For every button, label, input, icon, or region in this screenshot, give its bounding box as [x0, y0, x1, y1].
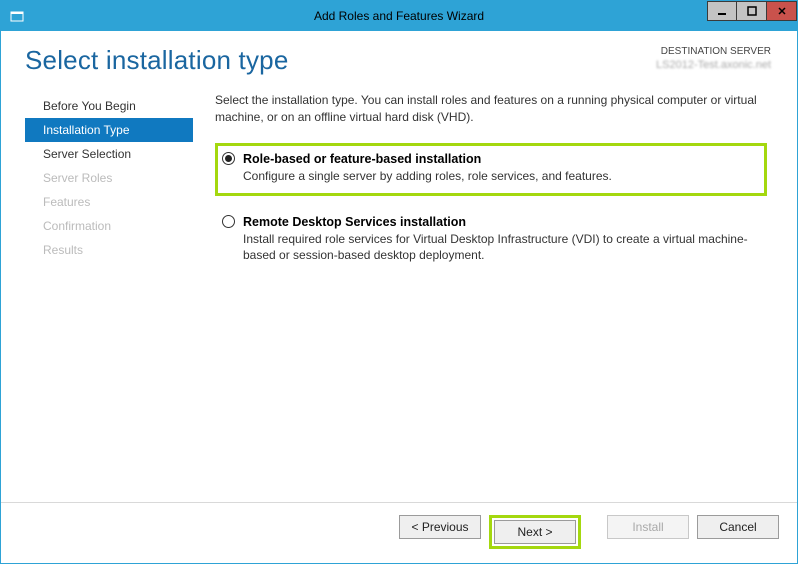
intro-text: Select the installation type. You can in… [215, 92, 767, 127]
sidebar-item-before-you-begin[interactable]: Before You Begin [25, 94, 193, 118]
app-icon [9, 8, 25, 24]
option-role-based-desc: Configure a single server by adding role… [243, 168, 756, 185]
destination-name: LS2012-Test.axonic.net [656, 58, 771, 72]
sidebar-item-results: Results [25, 238, 193, 262]
titlebar: Add Roles and Features Wizard [1, 1, 797, 31]
header-row: Select installation type DESTINATION SER… [17, 45, 781, 76]
footer: < Previous Next > Install Cancel [1, 502, 797, 563]
option-rds[interactable]: Remote Desktop Services installation Ins… [215, 206, 767, 276]
spacer [589, 515, 599, 549]
option-role-based-title: Role-based or feature-based installation [243, 152, 481, 166]
sidebar-item-server-selection[interactable]: Server Selection [25, 142, 193, 166]
sidebar-item-server-roles: Server Roles [25, 166, 193, 190]
option-rds-head: Remote Desktop Services installation [222, 215, 756, 229]
radio-role-based[interactable] [222, 152, 235, 165]
next-button-highlight: Next > [489, 515, 581, 549]
destination-server: DESTINATION SERVER LS2012-Test.axonic.ne… [656, 45, 771, 72]
wizard-sidebar: Before You Begin Installation Type Serve… [25, 90, 193, 502]
install-button: Install [607, 515, 689, 539]
option-role-based[interactable]: Role-based or feature-based installation… [215, 143, 767, 196]
sidebar-item-features: Features [25, 190, 193, 214]
option-rds-desc: Install required role services for Virtu… [243, 231, 756, 265]
radio-rds[interactable] [222, 215, 235, 228]
option-rds-title: Remote Desktop Services installation [243, 215, 466, 229]
cancel-button[interactable]: Cancel [697, 515, 779, 539]
maximize-button[interactable] [737, 1, 767, 21]
option-role-based-head: Role-based or feature-based installation [222, 152, 756, 166]
wizard-window: Add Roles and Features Wizard Select ins… [0, 0, 798, 564]
wizard-body: Select installation type DESTINATION SER… [1, 31, 797, 502]
window-title: Add Roles and Features Wizard [314, 9, 484, 23]
next-button[interactable]: Next > [494, 520, 576, 544]
close-button[interactable] [767, 1, 797, 21]
sidebar-item-confirmation: Confirmation [25, 214, 193, 238]
main-area: Before You Begin Installation Type Serve… [17, 90, 781, 502]
page-title: Select installation type [25, 45, 289, 76]
content-pane: Select the installation type. You can in… [193, 90, 773, 502]
window-controls [707, 1, 797, 21]
destination-label: DESTINATION SERVER [656, 45, 771, 58]
sidebar-item-installation-type[interactable]: Installation Type [25, 118, 193, 142]
previous-button[interactable]: < Previous [399, 515, 481, 539]
minimize-button[interactable] [707, 1, 737, 21]
